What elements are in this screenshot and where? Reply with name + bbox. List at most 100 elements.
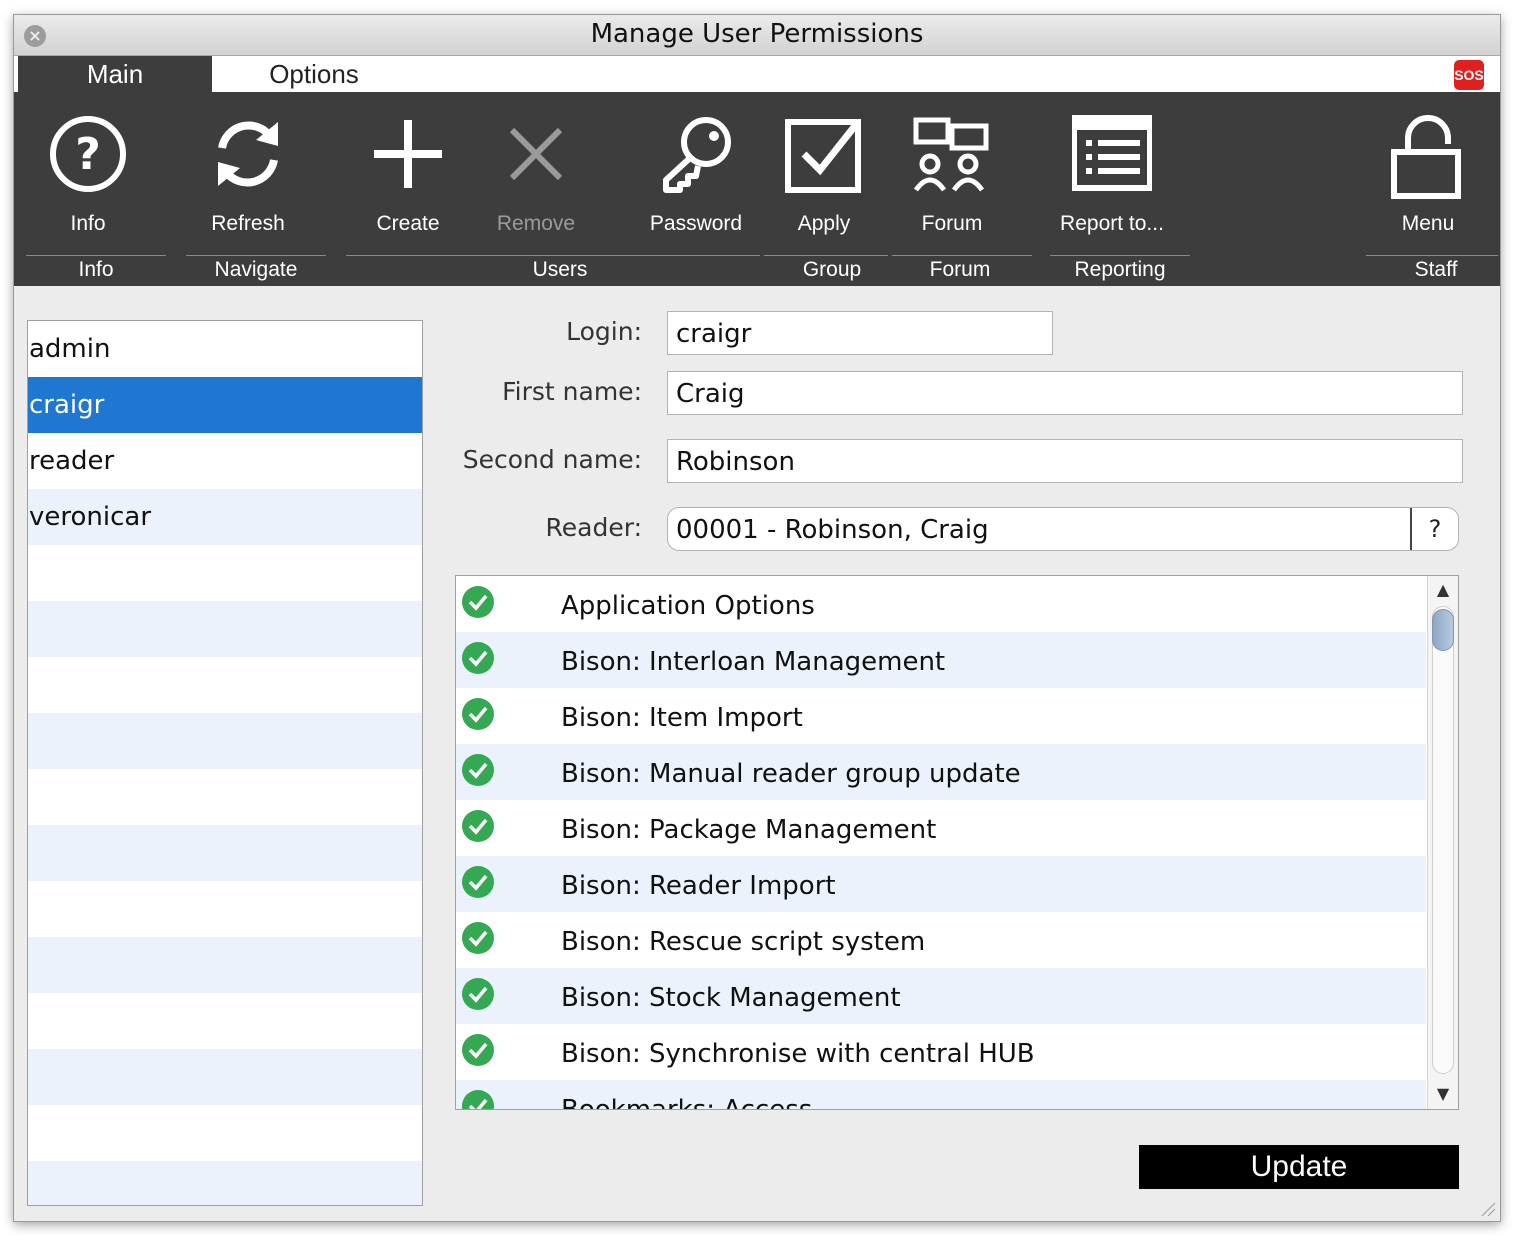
empty-list-row: [28, 825, 422, 881]
scroll-up-arrow-icon[interactable]: ▲: [1428, 580, 1458, 599]
plus-icon: [374, 120, 442, 188]
check-circle-icon: [462, 922, 494, 954]
scroll-down-arrow-icon[interactable]: ▼: [1428, 1084, 1458, 1103]
permission-row[interactable]: Bison: Package Management: [456, 800, 1426, 856]
permission-label: Bison: Rescue script system: [561, 927, 926, 957]
menu-label: Menu: [1401, 212, 1455, 235]
remove-button[interactable]: Remove: [466, 102, 606, 235]
empty-list-row: [28, 993, 422, 1049]
empty-list-row: [28, 657, 422, 713]
scroll-thumb[interactable]: [1432, 609, 1454, 651]
check-circle-icon: [462, 978, 494, 1010]
group-label-staff: Staff: [1414, 258, 1458, 281]
permission-label: Application Options: [561, 591, 815, 621]
reader-field[interactable]: 00001 - Robinson, Craig ?: [667, 507, 1459, 551]
permission-row[interactable]: Bison: Rescue script system: [456, 912, 1426, 968]
group-divider: [1050, 255, 1190, 256]
tab-options[interactable]: Options: [224, 56, 404, 92]
empty-list-row: [28, 1105, 422, 1161]
group-divider: [1366, 255, 1498, 256]
title-bar: × Manage User Permissions: [14, 15, 1500, 56]
resize-grip-icon[interactable]: [1478, 1199, 1496, 1217]
password-button[interactable]: Password: [626, 102, 766, 235]
password-label: Password: [649, 212, 743, 235]
second-name-label: Second name:: [462, 445, 642, 474]
permissions-scrollbar[interactable]: ▲ ▼: [1427, 576, 1458, 1109]
check-circle-icon: [462, 1090, 494, 1109]
x-icon: [509, 127, 563, 181]
empty-list-row: [28, 881, 422, 937]
first-name-field[interactable]: Craig: [667, 371, 1463, 415]
permission-label: Bison: Reader Import: [561, 871, 836, 901]
toolbar-ribbon: ? Info Refresh Create Remove Password Ap…: [14, 92, 1500, 286]
group-divider: [346, 255, 760, 256]
user-list-item[interactable]: reader: [28, 433, 422, 489]
tab-strip: Main Options SOS: [14, 56, 1500, 92]
empty-list-row: [28, 601, 422, 657]
checkbox-icon: [785, 119, 861, 193]
report-icon: [1072, 115, 1152, 191]
login-field[interactable]: craigr: [667, 311, 1053, 355]
permission-label: Bison: Manual reader group update: [561, 759, 1021, 789]
permission-row[interactable]: Bison: Item Import: [456, 688, 1426, 744]
scroll-track[interactable]: [1432, 606, 1454, 1074]
login-label: Login:: [566, 317, 642, 346]
user-list-item[interactable]: veronicar: [28, 489, 422, 545]
group-label-info: Info: [78, 258, 114, 281]
unlock-icon: [1391, 115, 1461, 199]
permission-label: Bookmarks: Access: [561, 1095, 813, 1110]
forum-label: Forum: [921, 212, 983, 235]
refresh-button[interactable]: Refresh: [178, 102, 318, 235]
group-label-forum: Forum: [929, 258, 991, 281]
menu-button[interactable]: Menu: [1358, 102, 1498, 235]
svg-text:?: ?: [75, 129, 101, 180]
group-divider: [764, 255, 888, 256]
key-icon: [663, 117, 731, 193]
info-button[interactable]: ? Info: [18, 102, 158, 235]
permission-row[interactable]: Bison: Synchronise with central HUB: [456, 1024, 1426, 1080]
window-title: Manage User Permissions: [590, 19, 924, 49]
forum-icon: [913, 117, 989, 192]
second-name-field[interactable]: Robinson: [667, 439, 1463, 483]
permission-row[interactable]: Bison: Interloan Management: [456, 632, 1426, 688]
user-list-item[interactable]: admin: [28, 321, 422, 377]
check-circle-icon: [462, 754, 494, 786]
refresh-icon: [218, 121, 278, 187]
check-circle-icon: [462, 586, 494, 618]
report-button[interactable]: Report to...: [1042, 102, 1182, 235]
permission-row[interactable]: Bison: Stock Management: [456, 968, 1426, 1024]
user-list-item[interactable]: craigr: [28, 377, 422, 433]
check-circle-icon: [462, 698, 494, 730]
report-label: Report to...: [1060, 212, 1164, 235]
empty-list-row: [28, 1161, 422, 1205]
info-label: Info: [70, 212, 106, 235]
permission-row[interactable]: Bison: Manual reader group update: [456, 744, 1426, 800]
permission-row[interactable]: Application Options: [456, 576, 1426, 632]
check-circle-icon: [462, 810, 494, 842]
sos-button[interactable]: SOS: [1454, 60, 1484, 90]
permissions-list[interactable]: Application Options Bison: Interloan Man…: [455, 575, 1459, 1110]
update-button[interactable]: Update: [1139, 1145, 1459, 1189]
empty-list-row: [28, 713, 422, 769]
forum-button[interactable]: Forum: [882, 102, 1022, 235]
reader-lookup-button[interactable]: ?: [1410, 508, 1458, 550]
permission-label: Bison: Package Management: [561, 815, 937, 845]
first-name-label: First name:: [502, 377, 642, 406]
permission-row[interactable]: Bison: Reader Import: [456, 856, 1426, 912]
remove-label: Remove: [496, 212, 576, 235]
check-circle-icon: [462, 866, 494, 898]
apply-button[interactable]: Apply: [754, 102, 894, 235]
check-circle-icon: [462, 1034, 494, 1066]
permission-row[interactable]: Bookmarks: Access: [456, 1080, 1426, 1110]
tab-main[interactable]: Main: [18, 56, 212, 92]
app-window: × Manage User Permissions Main Options S…: [13, 14, 1501, 1222]
group-label-users: Users: [532, 258, 588, 281]
user-list[interactable]: admin craigr reader veronicar: [27, 320, 423, 1206]
group-divider: [26, 255, 166, 256]
group-label-group: Group: [802, 258, 862, 281]
group-label-navigate: Navigate: [214, 258, 298, 281]
group-label-reporting: Reporting: [1074, 258, 1166, 281]
reader-value: 00001 - Robinson, Craig: [676, 515, 989, 545]
info-question-icon: ?: [50, 116, 126, 192]
create-button[interactable]: Create: [338, 102, 478, 235]
